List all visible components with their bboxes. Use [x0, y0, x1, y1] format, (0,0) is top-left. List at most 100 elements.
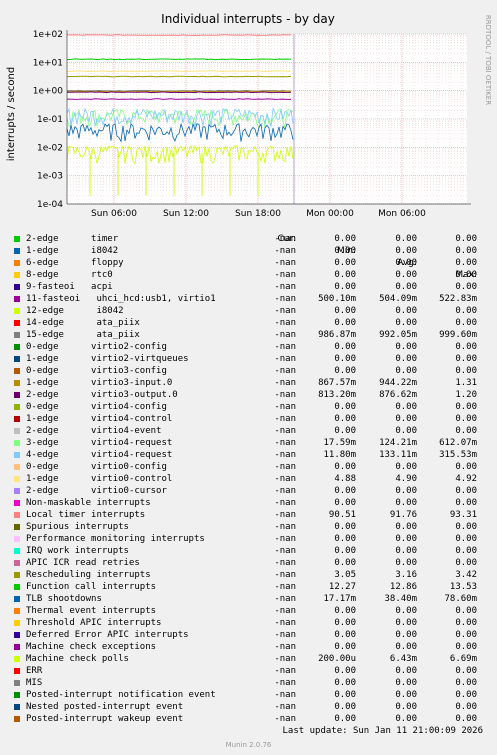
legend-row: 3-edge virtio4-request -nan 17.59m 124.21m 6…	[0, 437, 497, 449]
legend-avg: 0.00	[395, 270, 417, 280]
legend-avg: 0.00	[395, 306, 417, 316]
legend-max: 0.00	[455, 642, 477, 652]
legend-max: 0.00	[455, 630, 477, 640]
legend-row: Local timer interrupts -nan 90.51 91.76 93.3…	[0, 509, 497, 521]
legend-swatch	[14, 392, 20, 398]
legend-min: 0.00	[334, 498, 356, 508]
legend-row: ERR -nan 0.00 0.00 0.00	[0, 665, 497, 677]
legend-swatch	[14, 284, 20, 290]
legend-label: Function call interrupts	[26, 582, 157, 592]
legend-row: Machine check exceptions -nan 0.00 0.00 0.00	[0, 641, 497, 653]
legend-avg: 6.43m	[389, 654, 417, 664]
legend-cur: -nan	[274, 342, 296, 352]
legend-label: 4-edge virtio4-request	[26, 450, 173, 460]
legend-max: 0.00	[455, 258, 477, 268]
legend-min: 12.27	[328, 582, 356, 592]
legend-min: 0.00	[334, 486, 356, 496]
legend-swatch	[14, 608, 20, 614]
legend-min: 0.00	[334, 402, 356, 412]
legend-swatch	[14, 620, 20, 626]
legend-max: 0.00	[455, 246, 477, 256]
legend-cur: -nan	[274, 462, 296, 472]
legend-min: 0.00	[334, 534, 356, 544]
legend-cur: -nan	[274, 690, 296, 700]
legend-row: 15-edge ata_piix -nan 986.87m 992.05m 999.60…	[0, 329, 497, 341]
legend-avg: 0.00	[395, 342, 417, 352]
legend-cur: -nan	[274, 498, 296, 508]
legend-row: 2-edge virtio0-cursor -nan 0.00 0.00 0.00	[0, 485, 497, 497]
legend-min: 0.00	[334, 354, 356, 364]
legend-min: 0.00	[334, 606, 356, 616]
legend-max: 1.31	[455, 378, 477, 388]
legend-label: 1-edge i8042	[26, 246, 119, 256]
legend-swatch	[14, 272, 20, 278]
legend-min: 11.80m	[323, 450, 356, 460]
legend-cur: -nan	[274, 390, 296, 400]
legend-row: 2-edge timer -nan 0.00 0.00 0.00	[0, 233, 497, 245]
x-tick-label: Sun 12:00	[163, 209, 209, 219]
legend-avg: 133.11m	[379, 450, 417, 460]
legend-avg: 0.00	[395, 630, 417, 640]
legend-max: 999.60m	[439, 330, 477, 340]
legend-max: 0.00	[455, 522, 477, 532]
legend-cur: -nan	[274, 318, 296, 328]
legend-row: 6-edge floppy -nan 0.00 0.00 0.00	[0, 257, 497, 269]
legend-swatch	[14, 464, 20, 470]
legend-min: 0.00	[334, 630, 356, 640]
legend-row: 1-edge i8042 -nan 0.00 0.00 0.00	[0, 245, 497, 257]
legend-row: 4-edge virtio4-request -nan 11.80m 133.11m 3…	[0, 449, 497, 461]
legend-min: 0.00	[334, 258, 356, 268]
legend-row: Posted-interrupt notification event -nan 0…	[0, 689, 497, 701]
legend-max: 0.00	[455, 366, 477, 376]
legend-max: 0.00	[455, 270, 477, 280]
legend-avg: 0.00	[395, 522, 417, 532]
y-tick-label: 1e+00	[33, 87, 64, 97]
legend-swatch	[14, 644, 20, 650]
legend-swatch	[14, 560, 20, 566]
legend-label: 2-edge virtio3-output.0	[26, 390, 178, 400]
legend-row: 1-edge virtio2-virtqueues -nan 0.00 0.00 0.0…	[0, 353, 497, 365]
legend-swatch	[14, 548, 20, 554]
legend-max: 0.00	[455, 558, 477, 568]
legend-row: 1-edge virtio3-input.0 -nan 867.57m 944.22m…	[0, 377, 497, 389]
legend-cur: -nan	[274, 522, 296, 532]
legend-avg: 0.00	[395, 246, 417, 256]
legend-swatch	[14, 344, 20, 350]
legend-swatch	[14, 656, 20, 662]
y-tick-label: 1e+02	[33, 30, 63, 40]
legend-swatch	[14, 248, 20, 254]
legend-cur: -nan	[274, 246, 296, 256]
legend-label: Threshold APIC interrupts	[26, 618, 162, 628]
legend-label: 0-edge virtio3-config	[26, 366, 167, 376]
legend-swatch	[14, 668, 20, 674]
legend-label: Thermal event interrupts	[26, 606, 157, 616]
legend-max: 522.83m	[439, 294, 477, 304]
legend-min: 0.00	[334, 246, 356, 256]
legend-avg: 91.76	[389, 510, 417, 520]
legend-row: Thermal event interrupts -nan 0.00 0.00 0.00	[0, 605, 497, 617]
legend-avg: 0.00	[395, 366, 417, 376]
x-tick-label: Mon 00:00	[306, 209, 354, 219]
legend-avg: 992.05m	[379, 330, 417, 340]
legend-row: 2-edge virtio4-event -nan 0.00 0.00 0.00	[0, 425, 497, 437]
legend-max: 0.00	[455, 234, 477, 244]
legend-avg: 0.00	[395, 534, 417, 544]
legend-max: 3.42	[455, 570, 477, 580]
legend-max: 0.00	[455, 534, 477, 544]
legend-row: Non-maskable interrupts -nan 0.00 0.00 0.00	[0, 497, 497, 509]
legend-max: 0.00	[455, 618, 477, 628]
legend-min: 4.88	[334, 474, 356, 484]
legend-label: Non-maskable interrupts	[26, 498, 151, 508]
legend-cur: -nan	[274, 258, 296, 268]
legend-label: 1-edge virtio3-input.0	[26, 378, 173, 388]
legend-label: Rescheduling interrupts	[26, 570, 151, 580]
legend-min: 200.00u	[318, 654, 356, 664]
legend-row: IRQ work interrupts -nan 0.00 0.00 0.00	[0, 545, 497, 557]
legend-avg: 0.00	[395, 318, 417, 328]
legend-cur: -nan	[274, 330, 296, 340]
legend-row: 1-edge virtio0-control -nan 4.88 4.90 4.92	[0, 473, 497, 485]
legend-label: 0-edge virtio2-config	[26, 342, 167, 352]
legend-label: 12-edge i8042	[26, 306, 124, 316]
legend-avg: 0.00	[395, 258, 417, 268]
y-tick-label: 1e-01	[37, 115, 63, 125]
